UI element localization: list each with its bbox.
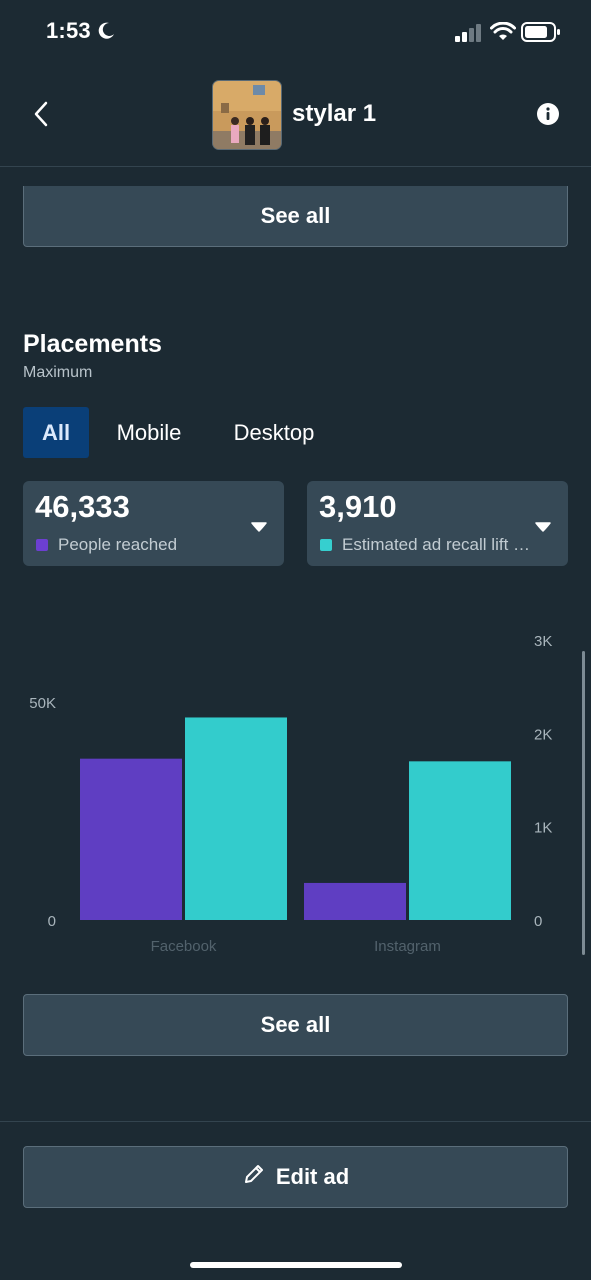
- cellular-signal-icon: [455, 24, 483, 47]
- metric-value: 46,333: [35, 489, 130, 524]
- tab-mobile[interactable]: Mobile: [104, 407, 194, 458]
- bar-facebook-people-reached: [80, 758, 182, 920]
- placements-bar-chart: 0 50K 0 1K 2K 3K Facebook Instagram: [29, 633, 552, 955]
- tab-all[interactable]: All: [23, 407, 89, 458]
- section-title: Placements: [23, 330, 162, 358]
- back-chevron-icon[interactable]: [32, 100, 52, 133]
- legend-swatch: [320, 539, 332, 551]
- bar-instagram-people-reached: [304, 882, 406, 920]
- right-axis-tick-label: 2K: [534, 726, 552, 743]
- x-axis-category-label: Instagram: [374, 938, 441, 955]
- divider: [0, 1121, 591, 1122]
- dropdown-caret-icon[interactable]: [534, 520, 552, 538]
- metric-card-ad-recall-lift[interactable]: 3,910 Estimated ad recall lift (people): [307, 481, 568, 566]
- pencil-icon: [242, 1162, 266, 1192]
- metric-label: People reached: [58, 535, 178, 554]
- metric-card-people-reached[interactable]: 46,333 People reached: [23, 481, 284, 566]
- right-axis-tick-label: 3K: [534, 633, 552, 650]
- bar-instagram-ad-recall-lift: [409, 761, 511, 920]
- see-all-button-bottom[interactable]: See all: [23, 994, 568, 1056]
- right-axis-tick-label: 1K: [534, 820, 552, 837]
- scrollbar[interactable]: [582, 651, 585, 955]
- right-axis-tick-label: 0: [534, 913, 542, 930]
- x-axis-category-label: Facebook: [151, 938, 217, 955]
- metric-value: 3,910: [319, 489, 397, 524]
- status-time: 1:53: [46, 18, 91, 43]
- left-axis-tick-label: 50K: [29, 695, 56, 712]
- section-subtitle: Maximum: [23, 364, 93, 381]
- moon-icon: [96, 21, 116, 46]
- bar-facebook-ad-recall-lift: [185, 717, 287, 920]
- dropdown-caret-icon[interactable]: [250, 520, 268, 538]
- tab-desktop[interactable]: Desktop: [218, 407, 330, 458]
- see-all-button-top[interactable]: See all: [23, 186, 568, 247]
- campaign-title: stylar 1: [292, 100, 377, 127]
- ad-thumbnail-image: [212, 80, 282, 150]
- home-indicator: [190, 1262, 402, 1268]
- battery-icon: [521, 22, 561, 47]
- metric-label: Estimated ad recall lift (people): [342, 535, 532, 554]
- wifi-icon: [490, 21, 516, 47]
- edit-ad-label: Edit ad: [275, 1164, 350, 1189]
- left-axis-tick-label: 0: [48, 913, 56, 930]
- legend-swatch: [36, 539, 48, 551]
- info-icon[interactable]: [536, 102, 560, 131]
- edit-ad-button[interactable]: Edit ad: [23, 1146, 568, 1208]
